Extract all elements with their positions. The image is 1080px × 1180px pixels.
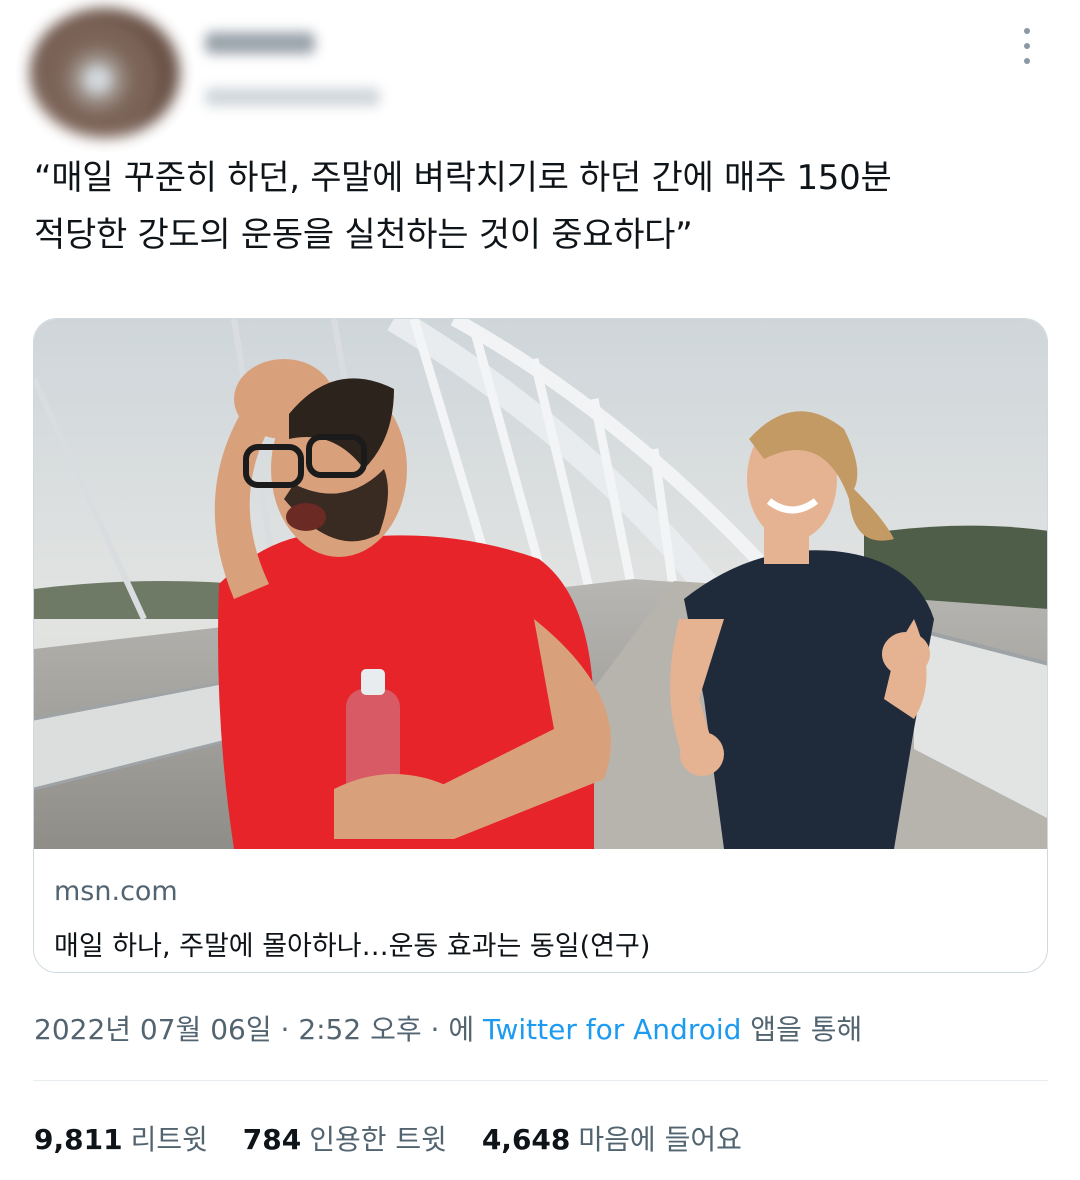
tweet-stats: 9,811 리트윗 784 인용한 트윗 4,648 마음에 들어요	[34, 1118, 768, 1158]
source-link[interactable]: Twitter for Android	[483, 1013, 741, 1046]
display-name-blurred[interactable]	[205, 32, 315, 54]
card-domain: msn.com	[54, 876, 178, 907]
avatar[interactable]	[30, 8, 180, 138]
meta-separator: ·	[271, 1013, 299, 1046]
handle-blurred[interactable]	[205, 88, 380, 106]
card-text-area[interactable]: msn.com 매일 하나, 주말에 몰아하나…운동 효과는 동일(연구)	[34, 849, 1047, 972]
tweet-time[interactable]: 2:52 오후	[298, 1013, 421, 1046]
card-title: 매일 하나, 주말에 몰아하나…운동 효과는 동일(연구)	[54, 931, 651, 962]
tweet-text: “매일 꾸준히 하던, 주말에 벼락치기로 하던 간에 매주 150분 적당한 …	[34, 150, 1054, 264]
more-vertical-icon[interactable]	[1012, 24, 1042, 68]
retweets-stat[interactable]: 9,811 리트윗	[34, 1118, 208, 1158]
via-prefix: · 에	[421, 1013, 483, 1046]
likes-count: 4,648	[481, 1123, 571, 1156]
quotes-stat[interactable]: 784 인용한 트윗	[243, 1118, 447, 1158]
retweets-label: 리트윗	[130, 1123, 208, 1156]
likes-stat[interactable]: 4,648 마음에 들어요	[482, 1118, 742, 1158]
quotes-label: 인용한 트윗	[309, 1123, 447, 1156]
tweet-meta: 2022년 07월 06일 · 2:52 오후 · 에 Twitter for …	[34, 1008, 862, 1048]
tweet-text-line: 적당한 강도의 운동을 실천하는 것이 중요하다”	[34, 215, 693, 255]
tweet-header	[0, 0, 1080, 140]
via-suffix: 앱을 통해	[741, 1013, 863, 1046]
quotes-count: 784	[242, 1123, 302, 1156]
tweet-text-line: “매일 꾸준히 하던, 주말에 벼락치기로 하던 간에 매주 150분	[34, 158, 892, 198]
divider	[33, 1080, 1048, 1081]
card-image	[34, 319, 1047, 849]
retweets-count: 9,811	[34, 1123, 123, 1156]
link-preview-card[interactable]: msn.com 매일 하나, 주말에 몰아하나…운동 효과는 동일(연구)	[33, 318, 1048, 973]
tweet-date[interactable]: 2022년 07월 06일	[34, 1013, 272, 1046]
likes-label: 마음에 들어요	[578, 1123, 742, 1156]
